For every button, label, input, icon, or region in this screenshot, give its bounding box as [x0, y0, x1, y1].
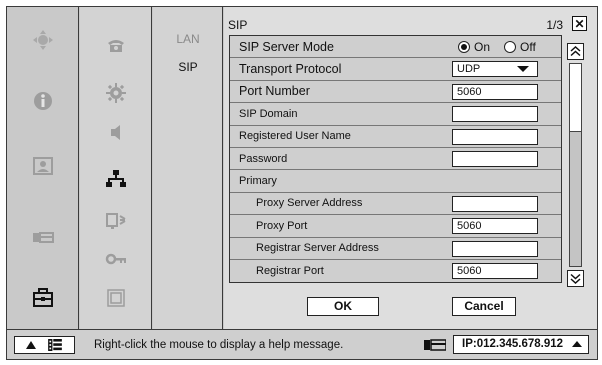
row-label: Transport Protocol — [239, 62, 342, 77]
navigation-icon[interactable] — [31, 29, 55, 51]
main-menu-rail — [7, 7, 79, 329]
registrar-port-field[interactable]: 5060 — [452, 262, 538, 279]
row-sip-domain: SIP Domain — [230, 103, 561, 126]
radio-off[interactable] — [504, 41, 517, 53]
row-label: Proxy Port — [256, 219, 308, 232]
status-bar: Right-click the mouse to display a help … — [7, 329, 597, 359]
row-registrar-server-address: Registrar Server Address — [230, 237, 561, 260]
picture-icon[interactable] — [31, 155, 55, 177]
scroll-thumb[interactable] — [570, 64, 581, 132]
scroll-track[interactable] — [569, 63, 582, 267]
device-icon[interactable] — [104, 210, 128, 232]
row-label: Registered User Name — [239, 130, 351, 143]
triangle-up-icon — [26, 341, 36, 349]
ip-address-display[interactable]: IP:012.345.678.912 — [453, 335, 589, 354]
network-camera-icon — [424, 339, 446, 351]
menu-toggle-button[interactable] — [14, 336, 75, 354]
ok-button[interactable]: OK — [307, 297, 379, 316]
row-registrar-port: Registrar Port 5060 — [230, 259, 561, 283]
settings-list: SIP Server Mode On Off Transport Protoco… — [229, 35, 562, 284]
cancel-button[interactable]: Cancel — [452, 297, 516, 316]
dropdown-arrow-icon — [517, 66, 529, 73]
page-indicator: 1/3 — [546, 18, 563, 32]
section-label: Primary — [239, 175, 277, 188]
network-icon[interactable] — [104, 168, 128, 190]
screen-icon[interactable] — [104, 287, 128, 309]
key-icon[interactable] — [104, 248, 128, 270]
radio-on-label: On — [474, 40, 491, 54]
row-primary-section: Primary — [230, 170, 561, 193]
row-label: Password — [239, 152, 288, 165]
row-label: Registrar Server Address — [256, 242, 379, 255]
sip-settings-panel: SIP 1/3 ✕ SIP Server Mode On Off Transpo… — [224, 7, 597, 329]
radio-off-label: Off — [520, 40, 536, 54]
port-number-field[interactable]: 5060 — [452, 83, 538, 100]
row-label: SIP Server Mode — [239, 39, 334, 54]
radio-on[interactable] — [458, 41, 470, 53]
row-proxy-port: Proxy Port 5060 — [230, 215, 561, 238]
select-value: UDP — [457, 63, 481, 76]
row-proxy-server-address: Proxy Server Address — [230, 192, 561, 216]
scroll-down-button[interactable] — [567, 270, 584, 287]
phone-icon[interactable] — [104, 34, 128, 56]
video-camera-icon[interactable] — [31, 227, 55, 249]
submenu-item-lan[interactable]: LAN — [153, 32, 223, 46]
panel-title: SIP — [228, 18, 248, 32]
password-field[interactable] — [452, 150, 538, 167]
info-icon[interactable] — [31, 90, 55, 112]
row-label: Port Number — [239, 84, 310, 99]
registered-user-name-field[interactable] — [452, 128, 538, 145]
scroll-up-button[interactable] — [567, 43, 584, 60]
proxy-server-address-field[interactable] — [452, 195, 538, 212]
close-icon: ✕ — [574, 16, 585, 31]
speaker-icon[interactable] — [104, 121, 128, 143]
submenu-icon-column — [80, 7, 152, 329]
row-password: Password — [230, 147, 561, 171]
proxy-port-field[interactable]: 5060 — [452, 218, 538, 235]
help-message: Right-click the mouse to display a help … — [94, 339, 344, 351]
close-button[interactable]: ✕ — [572, 16, 587, 31]
row-port-number: Port Number 5060 — [230, 80, 561, 104]
row-label: SIP Domain — [239, 107, 298, 120]
network-submenu: LAN SIP — [153, 7, 223, 329]
sip-server-mode-radio-group: On Off — [458, 40, 550, 54]
double-chevron-up-icon — [570, 46, 581, 57]
row-registered-user-name: Registered User Name — [230, 125, 561, 148]
triangle-up-icon — [572, 341, 582, 347]
gear-icon[interactable] — [104, 82, 128, 104]
row-sip-server-mode: SIP Server Mode On Off — [230, 36, 561, 59]
scrollbar[interactable] — [567, 43, 586, 289]
row-label: Proxy Server Address — [256, 197, 363, 210]
settings-window: LAN SIP SIP 1/3 ✕ SIP Server Mode On Off… — [6, 6, 598, 360]
transport-protocol-select[interactable]: UDP — [452, 61, 538, 78]
row-transport-protocol: Transport Protocol UDP — [230, 58, 561, 81]
sip-domain-field[interactable] — [452, 106, 538, 123]
double-chevron-down-icon — [570, 273, 581, 284]
ip-address: IP:012.345.678.912 — [462, 338, 564, 350]
toolbox-icon[interactable] — [31, 287, 55, 309]
row-label: Registrar Port — [256, 265, 324, 278]
submenu-item-sip[interactable]: SIP — [153, 60, 223, 74]
registrar-server-address-field[interactable] — [452, 240, 538, 257]
menu-list-icon — [48, 339, 62, 351]
